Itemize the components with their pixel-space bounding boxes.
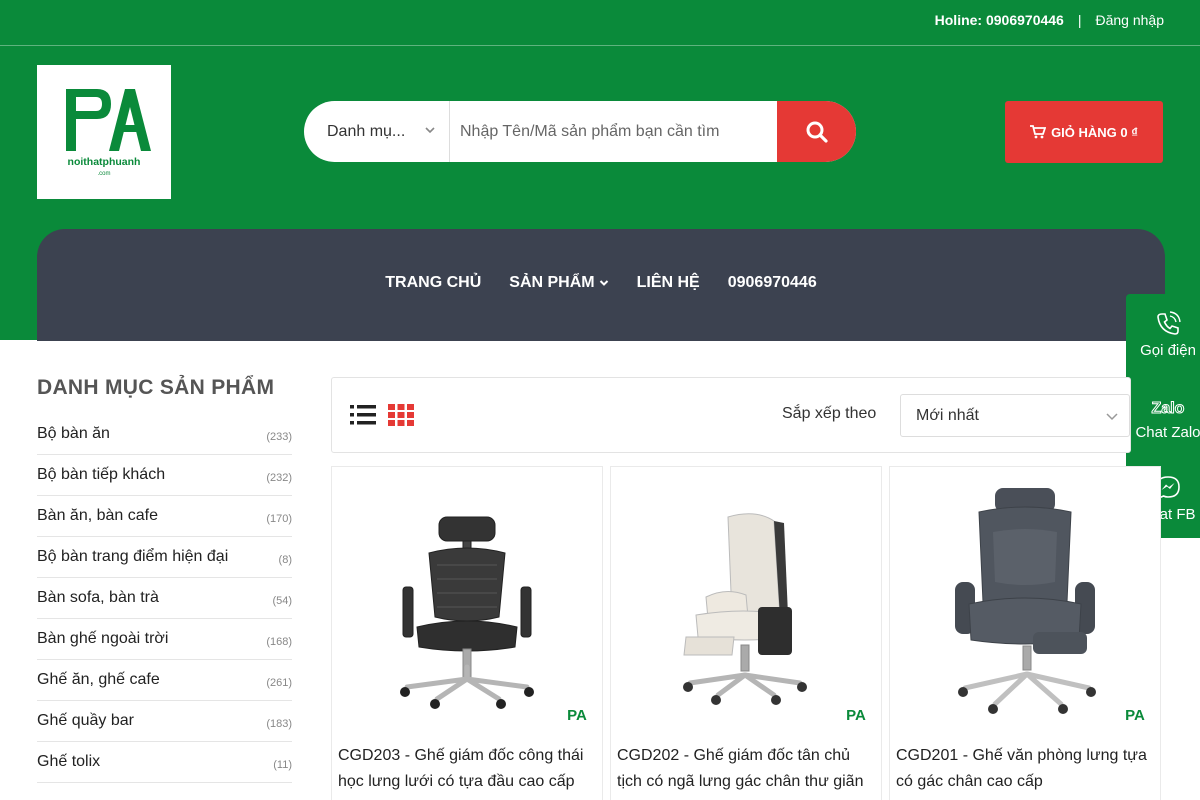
- cart-button[interactable]: GIỎ HÀNG 0 ₫: [1005, 101, 1163, 163]
- search-icon: [806, 121, 828, 143]
- brand-badge-text: PA: [846, 707, 866, 724]
- category-count: (233): [266, 431, 292, 443]
- category-name: Bộ bàn ăn: [37, 425, 110, 442]
- cart-label: GIỎ HÀNG 0 ₫: [1051, 124, 1138, 140]
- top-bar-separator: |: [1077, 12, 1082, 28]
- product-image[interactable]: [332, 467, 602, 737]
- product-image[interactable]: [611, 467, 881, 737]
- logo-mark: noithatphuanh .com: [66, 89, 151, 177]
- top-bar: Holine: 0906970446 | Đăng nhập: [0, 0, 1200, 46]
- sidebar-title: DANH MỤC SẢN PHẨM: [37, 376, 275, 399]
- category-item[interactable]: Ghế quầy bar (183): [37, 701, 292, 742]
- grid-view-icon[interactable]: [388, 404, 414, 426]
- fabric-recliner-chair-image: [955, 488, 1096, 714]
- product-toolbar: Sắp xếp theo Mới nhất: [331, 377, 1131, 453]
- brand-badge-text: PA: [1125, 707, 1145, 724]
- category-count: (8): [278, 554, 292, 566]
- product-card[interactable]: PA CGD201 - Ghế văn phòng lưng tựa có gá…: [889, 466, 1161, 800]
- brand-badge-icon: PA: [567, 707, 587, 724]
- cart-icon: [1030, 125, 1047, 139]
- product-image[interactable]: [890, 467, 1160, 737]
- top-bar-links: Holine: 0906970446 | Đăng nhập: [935, 12, 1164, 28]
- category-count: (170): [266, 513, 292, 525]
- category-name: Bàn sofa, bàn trà: [37, 589, 159, 606]
- brand-badge-icon: PA: [846, 707, 866, 724]
- nav-phone[interactable]: 0906970446: [728, 274, 817, 292]
- brand-badge-text: PA: [567, 707, 587, 724]
- category-name: Bàn ghế ngoài trời: [37, 630, 169, 647]
- brand-badge-icon: PA: [1125, 707, 1145, 724]
- nav-products[interactable]: SẢN PHẨM: [509, 274, 608, 292]
- zalo-button[interactable]: Zalo Chat Zalo: [1122, 396, 1200, 442]
- product-card[interactable]: PA CGD203 - Ghế giám đốc công thái học l…: [331, 466, 603, 800]
- nav-contact[interactable]: LIÊN HỆ: [637, 274, 700, 292]
- category-item[interactable]: Bộ bàn ăn (233): [37, 414, 292, 455]
- category-name: Ghế quầy bar: [37, 712, 134, 729]
- search-button[interactable]: [777, 101, 856, 162]
- leather-executive-chair-image: [683, 513, 807, 705]
- category-item[interactable]: Ghế tolix (11): [37, 742, 292, 783]
- logo-domain-text: .com: [97, 171, 110, 177]
- product-name[interactable]: CGD201 - Ghế văn phòng lưng tựa có gác c…: [896, 743, 1158, 795]
- search-category-select[interactable]: Danh mụ...: [304, 101, 450, 162]
- logo-brand-text: noithatphuanh: [68, 156, 141, 168]
- sort-value: Mới nhất: [916, 406, 979, 424]
- category-name: Ghế ăn, ghế cafe: [37, 671, 160, 688]
- category-count: (232): [266, 472, 292, 484]
- list-view-icon[interactable]: [350, 404, 376, 426]
- category-count: (183): [266, 718, 292, 730]
- zalo-logo-text: Zalo: [1152, 400, 1185, 417]
- category-count: (168): [266, 636, 292, 648]
- product-name[interactable]: CGD203 - Ghế giám đốc công thái học lưng…: [338, 743, 600, 795]
- sort-select[interactable]: Mới nhất: [900, 394, 1130, 437]
- zalo-label: Chat Zalo: [1135, 424, 1200, 441]
- product-name[interactable]: CGD202 - Ghế giám đốc tân chủ tịch có ng…: [617, 743, 879, 795]
- header-band: Holine: 0906970446 | Đăng nhập noithatph…: [0, 0, 1200, 341]
- chevron-down-icon: [599, 280, 608, 286]
- mesh-office-chair-image: [400, 516, 534, 709]
- login-link[interactable]: Đăng nhập: [1095, 12, 1164, 28]
- hotline-text[interactable]: Holine: 0906970446: [935, 12, 1064, 28]
- category-item[interactable]: Ghế ăn, ghế cafe (261): [37, 660, 292, 701]
- nav-home[interactable]: TRANG CHỦ: [385, 274, 481, 292]
- search-category-label: Danh mụ...: [327, 122, 406, 140]
- search-bar: Danh mụ...: [304, 101, 856, 162]
- category-count: (261): [266, 677, 292, 689]
- category-count: (11): [273, 759, 292, 771]
- chevron-down-icon: [425, 127, 435, 134]
- product-card[interactable]: PA CGD202 - Ghế giám đốc tân chủ tịch có…: [610, 466, 882, 800]
- sort-label: Sắp xếp theo: [782, 405, 877, 422]
- category-item[interactable]: Bàn ghế ngoài trời (168): [37, 619, 292, 660]
- phone-icon: [1157, 311, 1181, 335]
- category-name: Bộ bàn tiếp khách: [37, 466, 166, 483]
- category-name: Bộ bàn trang điểm hiện đại: [37, 548, 229, 565]
- zalo-icon: Zalo: [1151, 400, 1185, 418]
- nav-products-label: SẢN PHẨM: [509, 274, 595, 291]
- site-logo[interactable]: noithatphuanh .com: [37, 65, 171, 199]
- category-item[interactable]: Bộ bàn trang điểm hiện đại (8): [37, 537, 292, 578]
- search-input[interactable]: [450, 101, 777, 162]
- category-name: Ghế tolix: [37, 753, 101, 770]
- category-item[interactable]: Bàn sofa, bàn trà (54): [37, 578, 292, 619]
- category-count: (54): [272, 595, 292, 607]
- category-name: Bàn ăn, bàn cafe: [37, 507, 158, 524]
- category-list: Bộ bàn ăn (233) Bộ bàn tiếp khách (232) Bà…: [37, 414, 292, 783]
- call-label: Gọi điện: [1140, 342, 1196, 359]
- category-item[interactable]: Bàn ăn, bàn cafe (170): [37, 496, 292, 537]
- category-item[interactable]: Bộ bàn tiếp khách (232): [37, 455, 292, 496]
- main-nav: TRANG CHỦ SẢN PHẨM LIÊN HỆ 0906970446: [37, 229, 1165, 341]
- call-button[interactable]: Gọi điện: [1124, 310, 1200, 359]
- chevron-down-icon: [1106, 413, 1118, 421]
